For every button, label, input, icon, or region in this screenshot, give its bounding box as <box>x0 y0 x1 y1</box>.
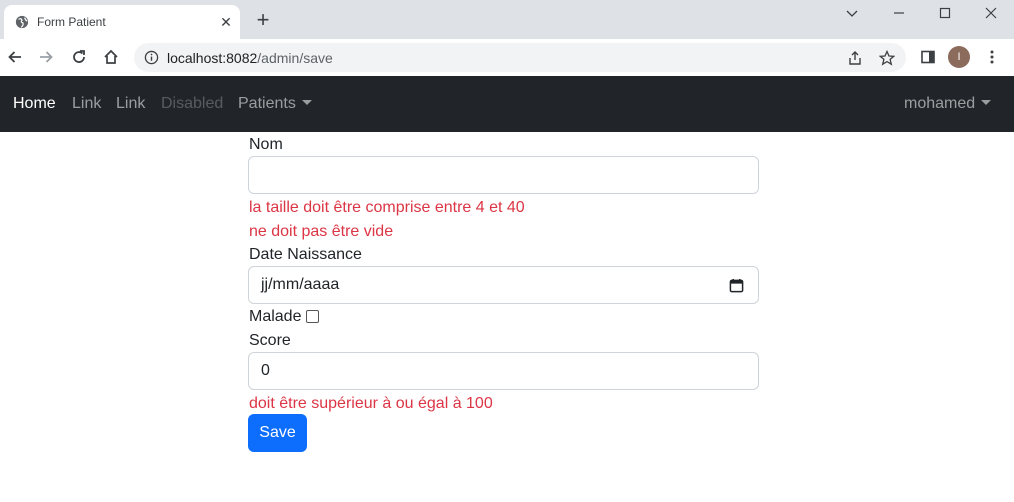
close-window-icon[interactable] <box>968 0 1014 26</box>
navbar: Home Link Link Disabled Patients mohamed <box>0 76 1014 132</box>
caret-down-icon <box>981 100 992 105</box>
url-text[interactable]: localhost:8082/admin/save <box>167 50 333 66</box>
date-placeholder: jj/mm/aaaa <box>261 276 340 293</box>
nom-input[interactable] <box>248 156 759 194</box>
close-tab-icon[interactable]: ✕ <box>218 14 234 30</box>
date-label: Date Naissance <box>249 246 362 263</box>
caret-down-icon <box>301 100 312 105</box>
new-tab-icon[interactable]: + <box>253 9 273 31</box>
score-input[interactable]: 0 <box>248 352 759 390</box>
score-label: Score <box>249 332 291 349</box>
score-error: doit être supérieur à ou égal à 100 <box>249 395 493 412</box>
chevron-down-icon[interactable] <box>829 0 875 26</box>
back-arrow-icon[interactable] <box>3 45 27 69</box>
star-icon[interactable] <box>877 48 897 68</box>
browser-tab[interactable]: Form Patient ✕ <box>4 5 240 39</box>
nav-user-dropdown[interactable]: mohamed <box>904 95 992 113</box>
score-input-value: 0 <box>261 362 270 379</box>
home-icon[interactable] <box>99 45 123 69</box>
nom-label: Nom <box>249 136 283 153</box>
nav-disabled: Disabled <box>161 95 224 112</box>
save-button[interactable]: Save <box>248 414 307 452</box>
more-vert-icon[interactable] <box>980 45 1004 69</box>
profile-avatar[interactable]: I <box>948 46 970 68</box>
nom-error-empty: ne doit pas être vide <box>249 223 394 240</box>
forward-arrow-icon[interactable] <box>34 45 58 69</box>
tab-title: Form Patient <box>37 15 106 29</box>
browser-tab-strip: Form Patient ✕ + <box>0 0 1014 39</box>
address-bar[interactable]: localhost:8082/admin/save <box>134 43 906 72</box>
minimize-icon[interactable] <box>876 0 922 26</box>
maximize-icon[interactable] <box>922 0 968 26</box>
malade-label: Malade <box>249 308 302 325</box>
side-panel-icon[interactable] <box>916 45 940 69</box>
malade-checkbox[interactable] <box>306 310 319 323</box>
calendar-icon[interactable] <box>729 278 744 293</box>
reload-icon[interactable] <box>67 45 91 69</box>
share-icon[interactable] <box>845 48 865 68</box>
nav-patients-dropdown[interactable]: Patients <box>238 95 312 113</box>
nav-link-2[interactable]: Link <box>116 95 145 113</box>
date-input[interactable]: jj/mm/aaaa <box>248 266 759 304</box>
info-icon[interactable] <box>144 50 159 65</box>
nav-link-1[interactable]: Link <box>72 95 101 113</box>
nav-home[interactable]: Home <box>13 95 56 113</box>
browser-toolbar: localhost:8082/admin/save <box>0 39 1014 77</box>
globe-icon <box>15 15 29 29</box>
nom-error-size: la taille doit être comprise entre 4 et … <box>249 199 525 216</box>
